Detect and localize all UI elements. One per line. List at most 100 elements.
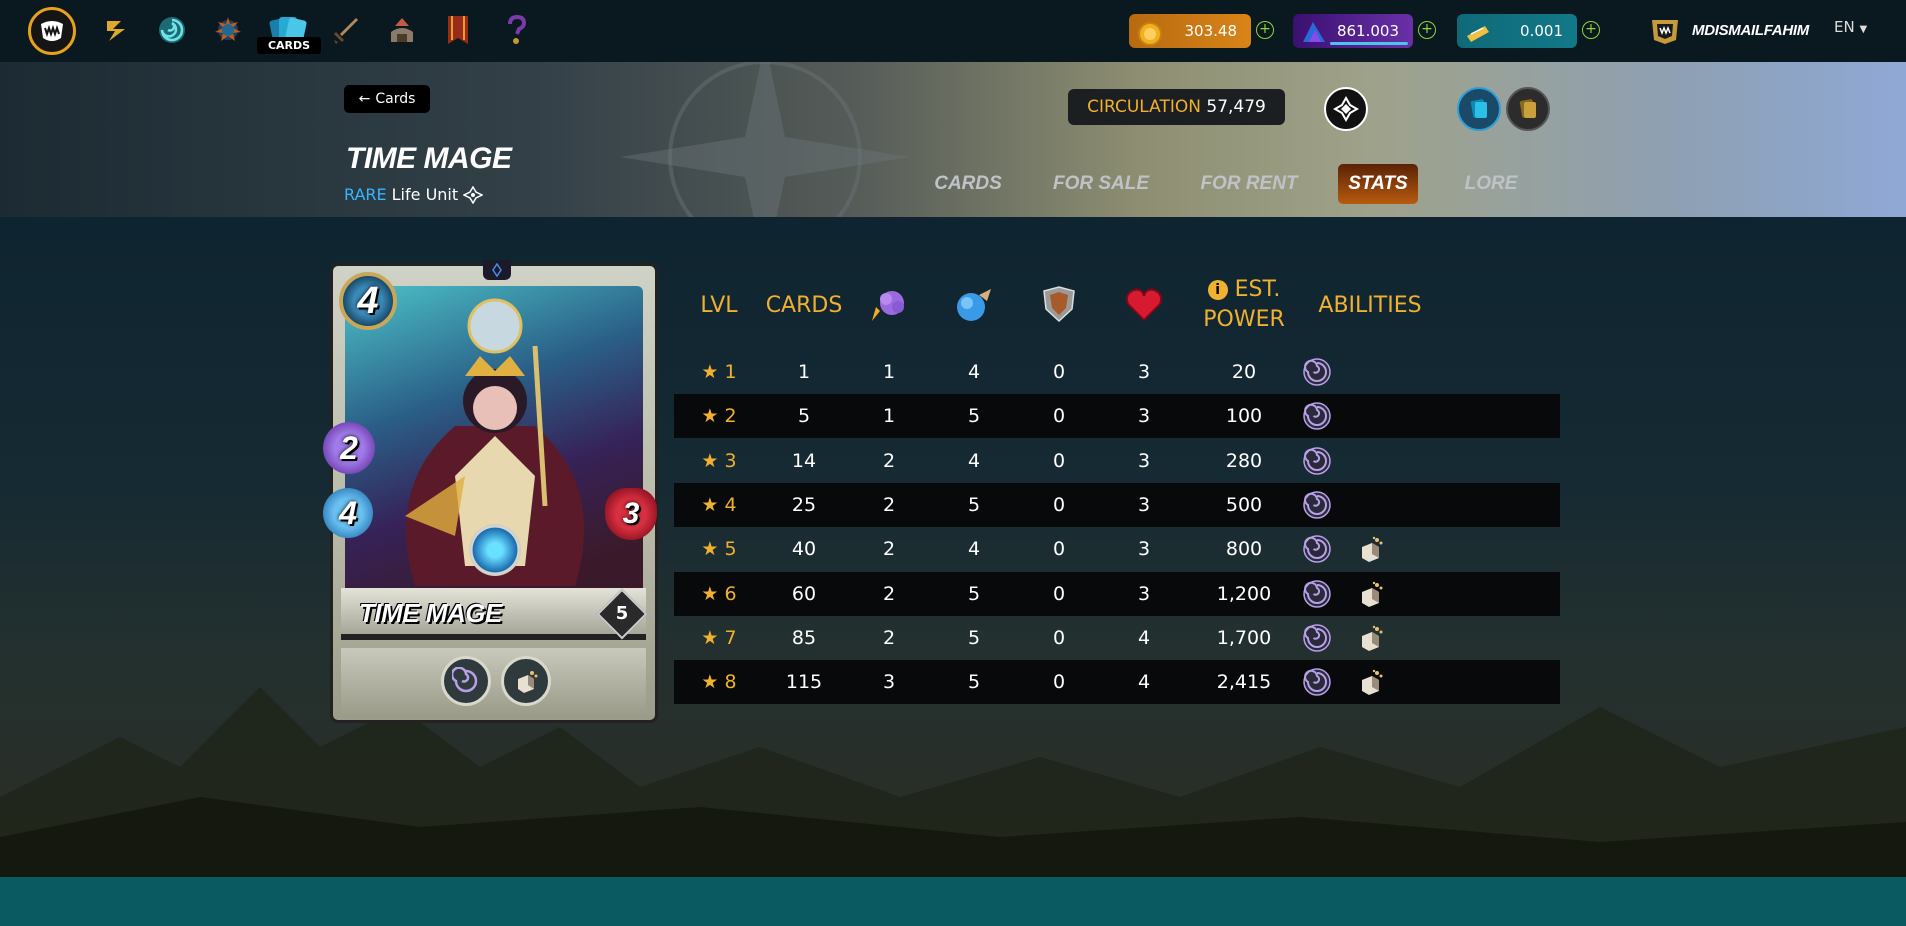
- cell-health: 4: [1137, 671, 1151, 694]
- armor-icon: [1024, 270, 1094, 340]
- cell-armor: 0: [1052, 538, 1066, 561]
- cell-cards: 85: [791, 626, 817, 649]
- edition-icon: [463, 185, 484, 204]
- sps-progress-bar: [1330, 42, 1408, 45]
- cell-armor: 0: [1052, 361, 1066, 383]
- slow-icon[interactable]: [1302, 446, 1332, 476]
- cell-lvl: ★ 4: [701, 493, 737, 516]
- cell-magic: 2: [882, 449, 896, 472]
- table-row: ★ 8 115 3 5 0 4 2,415: [674, 660, 1560, 705]
- regular-foil-button[interactable]: [1457, 87, 1501, 131]
- table-row: ★ 6 60 2 5 0 3 1,200: [674, 571, 1560, 616]
- circulation-value: 57,479: [1206, 97, 1266, 117]
- mana-cost-badge: 4: [339, 272, 397, 330]
- gold-card-stack-icon: [1519, 99, 1536, 118]
- cell-lvl: ★ 1: [701, 361, 737, 383]
- question-icon[interactable]: [496, 10, 536, 50]
- slow-icon[interactable]: [1302, 623, 1332, 653]
- dispel-icon[interactable]: [1356, 667, 1386, 697]
- monster-logo-icon[interactable]: [28, 7, 76, 55]
- cell-magic: 3: [882, 671, 896, 694]
- table-row: ★ 3 14 2 4 0 3 280: [674, 439, 1560, 483]
- guild-icon[interactable]: [208, 10, 248, 50]
- info-icon[interactable]: i: [1207, 280, 1228, 300]
- col-header-abilities: ABILITIES: [1318, 292, 1422, 318]
- voucher-balance[interactable]: 0.001: [1457, 14, 1577, 48]
- cell-cards: 40: [791, 538, 817, 561]
- cards-icon[interactable]: CARDS: [257, 10, 321, 54]
- back-to-cards-button[interactable]: ← Cards: [344, 85, 430, 113]
- card-edition-tab: [483, 260, 511, 280]
- dispel-icon[interactable]: [1356, 579, 1386, 609]
- cell-power: 100: [1225, 405, 1263, 428]
- cell-health: 3: [1137, 449, 1151, 472]
- set-icon[interactable]: [1324, 87, 1368, 131]
- life-element-icon: [469, 524, 521, 576]
- cell-lvl: ★ 5: [701, 538, 737, 561]
- portal-icon[interactable]: [152, 10, 192, 50]
- table-row: ★ 7 85 2 5 0 4 1,700: [674, 616, 1560, 660]
- slow-icon[interactable]: [1302, 401, 1332, 431]
- voucher-add-button[interactable]: +: [1582, 21, 1600, 39]
- chevron-down-icon: ▼: [1859, 24, 1868, 35]
- tab-stats[interactable]: STATS: [1338, 164, 1418, 204]
- health-value: 3: [622, 497, 640, 530]
- tab-lore[interactable]: LORE: [1458, 164, 1524, 204]
- cell-armor: 0: [1052, 582, 1066, 605]
- footer-bar: [0, 877, 1906, 926]
- card-level-value: 5: [615, 603, 629, 624]
- table-row: ★ 2 5 1 5 0 3 100: [674, 394, 1560, 439]
- tab-for-rent[interactable]: FOR RENT: [1194, 164, 1304, 204]
- cell-magic: 2: [882, 582, 896, 605]
- table-row: ★ 4 25 2 5 0 3 500: [674, 482, 1560, 527]
- slow-icon[interactable]: [1302, 490, 1332, 520]
- top-nav: CARDS 303.48 + 861.003 + 0.001 + MDISMAI…: [0, 0, 1906, 62]
- slow-icon[interactable]: [1302, 579, 1332, 609]
- sps-add-button[interactable]: +: [1418, 21, 1436, 39]
- col-header-power-line1: EST.: [1234, 277, 1281, 302]
- mana-cost-value: 4: [357, 279, 379, 322]
- sword-icon[interactable]: [326, 10, 366, 50]
- land-icon[interactable]: [382, 10, 422, 50]
- cell-lvl: ★ 7: [701, 626, 737, 649]
- cell-lvl: ★ 2: [701, 405, 737, 428]
- battle-icon[interactable]: [96, 10, 136, 50]
- dec-add-button[interactable]: +: [1256, 21, 1274, 39]
- magic-attack-badge: 2: [323, 422, 375, 474]
- language-value: EN: [1834, 18, 1855, 36]
- sps-token-icon: [1303, 22, 1325, 42]
- slow-icon[interactable]: [1302, 357, 1332, 387]
- voucher-icon: [1467, 26, 1489, 42]
- cell-magic: 2: [882, 493, 896, 516]
- cell-speed: 5: [967, 405, 981, 428]
- cell-power: 280: [1225, 449, 1263, 472]
- col-header-lvl: LVL: [700, 292, 738, 318]
- slow-icon[interactable]: [1302, 667, 1332, 697]
- card-type-label: Life Unit: [391, 185, 459, 204]
- gold-foil-button[interactable]: [1506, 87, 1550, 131]
- tab-cards[interactable]: CARDS: [928, 164, 1008, 204]
- health-icon: [1094, 270, 1194, 340]
- cell-speed: 5: [967, 582, 981, 605]
- user-avatar-icon: [1652, 20, 1678, 44]
- card-name: TIME MAGE: [359, 598, 502, 628]
- cell-health: 4: [1137, 626, 1151, 649]
- cell-health: 3: [1137, 582, 1151, 605]
- cell-cards: 14: [791, 449, 817, 472]
- cell-magic: 2: [882, 626, 896, 649]
- cell-cards: 60: [791, 582, 817, 605]
- dec-coin-icon: [1138, 22, 1162, 46]
- banner-icon[interactable]: [438, 10, 478, 50]
- cell-power: 20: [1231, 361, 1257, 383]
- dispel-icon[interactable]: [1356, 623, 1386, 653]
- magic-attack-value: 2: [340, 429, 358, 466]
- language-select[interactable]: EN ▼: [1834, 18, 1867, 36]
- col-header-power: i EST. POWER: [1194, 270, 1294, 340]
- circulation-label: CIRCULATION: [1087, 97, 1201, 117]
- tab-for-sale[interactable]: FOR SALE: [1052, 164, 1150, 204]
- cell-cards: 1: [797, 361, 811, 383]
- dec-balance[interactable]: 303.48: [1129, 14, 1251, 48]
- user-menu[interactable]: MDISMAILFAHIM: [1648, 14, 1809, 46]
- slow-icon[interactable]: [1302, 534, 1332, 564]
- dispel-icon[interactable]: [1356, 534, 1386, 564]
